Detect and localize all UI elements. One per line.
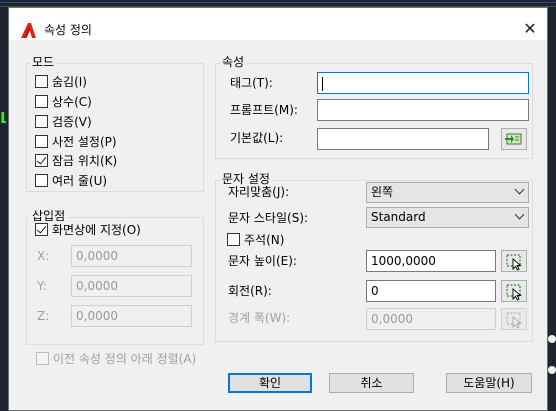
checkbox-icon: [35, 74, 48, 88]
text-style-value: Standard: [371, 210, 426, 224]
y-field[interactable]: 0,0000: [71, 275, 192, 297]
checkbox-label: 주석(N): [244, 232, 285, 247]
x-field[interactable]: 0,0000: [71, 245, 192, 267]
checkbox-label: 숨김(I): [52, 74, 87, 89]
checkbox-label: 상수(C): [52, 94, 92, 109]
checkbox-preset[interactable]: 사전 설정(P): [35, 132, 117, 150]
checkbox-icon: [35, 173, 48, 187]
default-field[interactable]: [317, 128, 489, 150]
pick-on-screen-icon: [506, 284, 522, 301]
prompt-label: 프롬프트(M):: [230, 103, 298, 117]
justification-value: 왼쪽: [371, 185, 394, 199]
checkbox-icon: [227, 232, 240, 246]
checkbox-checked-icon: [35, 222, 48, 236]
tag-field[interactable]: [317, 72, 529, 94]
text-style-dropdown[interactable]: Standard: [366, 207, 529, 228]
default-label: 기본값(L):: [230, 131, 284, 145]
text-height-field[interactable]: 1000,0000: [366, 250, 496, 272]
title-bar: 속성 정의 ✕: [9, 8, 547, 40]
checkbox-align-below-previous[interactable]: 이전 속성 정의 아래 정렬(A): [36, 349, 196, 367]
mode-group-title: 모드: [30, 55, 57, 69]
rotation-label: 회전(R):: [228, 284, 272, 298]
justification-label: 자리맞춤(J):: [228, 185, 290, 199]
checkbox-icon: [35, 94, 48, 108]
drawing-grip: [548, 366, 556, 374]
insert-field-icon: [505, 133, 522, 145]
checkbox-label: 이전 속성 정의 아래 정렬(A): [53, 351, 197, 366]
rotation-field[interactable]: 0: [366, 280, 496, 302]
help-button[interactable]: 도움말(H): [446, 373, 532, 393]
checkbox-icon: [36, 351, 49, 365]
checkbox-label: 화면상에 지정(O): [52, 222, 141, 237]
pick-height-button[interactable]: [501, 250, 527, 272]
checkbox-invisible[interactable]: 숨김(I): [35, 72, 87, 90]
checkbox-icon: [35, 114, 48, 128]
x-label: X:: [37, 249, 50, 263]
prompt-field[interactable]: [317, 99, 529, 121]
attribute-group-title: 속성: [220, 55, 247, 69]
close-icon[interactable]: ✕: [516, 18, 544, 40]
boundary-width-field[interactable]: 0,0000: [366, 308, 496, 330]
checkbox-label: 사전 설정(P): [52, 134, 117, 149]
checkbox-icon: [35, 134, 48, 148]
z-label: Z:: [37, 309, 50, 323]
checkbox-annotative[interactable]: 주석(N): [227, 230, 284, 248]
y-label: Y:: [37, 279, 47, 293]
chevron-down-icon: [514, 209, 525, 220]
checkbox-lock-position[interactable]: 잠금 위치(K): [35, 151, 117, 169]
text-height-label: 문자 높이(E):: [228, 254, 297, 268]
justification-dropdown[interactable]: 왼쪽: [366, 182, 529, 203]
z-field[interactable]: 0,0000: [71, 305, 192, 327]
text-style-label: 문자 스타일(S):: [228, 211, 309, 225]
ok-button[interactable]: 확인: [228, 373, 312, 393]
pick-rotation-button[interactable]: [501, 280, 527, 302]
checkbox-label: 검증(V): [52, 114, 92, 129]
drawing-grip: [548, 335, 556, 343]
checkbox-label: 잠금 위치(K): [52, 153, 118, 168]
checkbox-label: 여러 줄(U): [52, 173, 108, 188]
pick-on-screen-icon: [506, 312, 522, 329]
pick-on-screen-icon: [506, 254, 522, 271]
tag-label: 태그(T):: [230, 76, 273, 90]
autocad-logo-icon: [21, 23, 36, 38]
cancel-button[interactable]: 취소: [329, 373, 414, 393]
dialog-title: 속성 정의: [44, 23, 92, 37]
insert-field-button[interactable]: [501, 128, 527, 150]
checkbox-checked-icon: [35, 153, 48, 167]
checkbox-verify[interactable]: 검증(V): [35, 112, 92, 130]
pick-boundary-button[interactable]: [501, 308, 527, 330]
checkbox-specify-on-screen[interactable]: 화면상에 지정(O): [35, 220, 141, 238]
drawing-fragment: L: [0, 109, 6, 127]
checkbox-constant[interactable]: 상수(C): [35, 92, 92, 110]
text-caret: [322, 76, 323, 91]
checkbox-multiple-lines[interactable]: 여러 줄(U): [35, 171, 107, 189]
attribute-definition-dialog: 속성 정의 ✕ 모드 숨김(I) 상수(C) 검증(V) 사전 설정(P) 잠금…: [8, 7, 548, 411]
chevron-down-icon: [514, 184, 525, 195]
boundary-width-label: 경계 폭(W):: [228, 311, 291, 325]
drawing-line: [0, 2, 556, 3]
